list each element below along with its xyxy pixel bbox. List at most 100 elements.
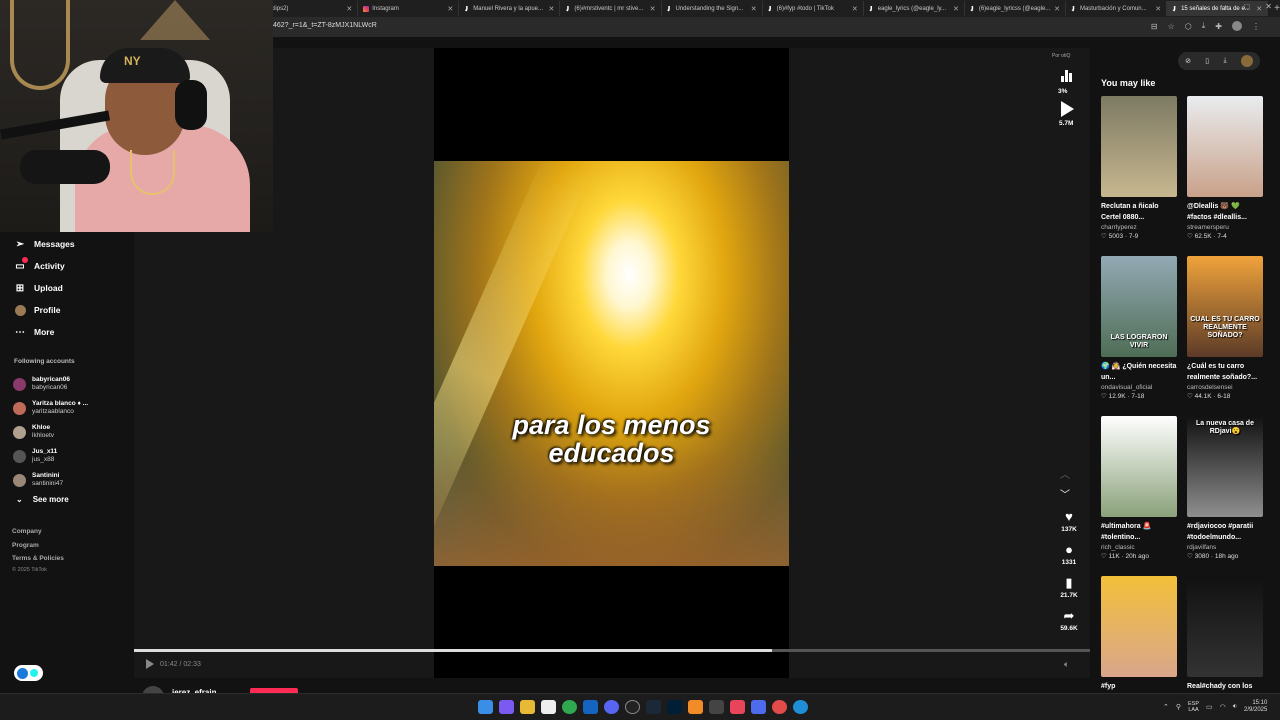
- system-clock[interactable]: 15:10 2/9/2025: [1244, 700, 1267, 714]
- get-app-toggle[interactable]: [14, 665, 43, 681]
- bookmark-star-icon[interactable]: ☆: [1168, 22, 1175, 31]
- browser-tab-4[interactable]: (6)#mrstiventc | mr stive... ✕: [560, 1, 662, 16]
- following-account[interactable]: babyrican06 babyrican06: [13, 376, 70, 392]
- recommendation-card[interactable]: LAS LOGRARON VIVIR 🌍 👰 ¿Quién necesita un…: [1101, 256, 1177, 400]
- puzzle-icon[interactable]: ✚: [1215, 22, 1222, 31]
- copilot-icon[interactable]: [499, 700, 514, 714]
- recommendation-card[interactable]: @Dleallis 🐻 💚 #factos #dleallis... stream…: [1187, 96, 1263, 240]
- edge-icon[interactable]: [793, 700, 808, 714]
- close-tab-icon[interactable]: ✕: [549, 5, 555, 13]
- recommendation-thumbnail[interactable]: [1101, 576, 1177, 677]
- recommendation-card[interactable]: Real#chady con los: [1187, 576, 1263, 693]
- following-account[interactable]: Jus_x11 jus_x88: [13, 448, 57, 464]
- close-tab-icon[interactable]: ✕: [1054, 5, 1060, 13]
- download-icon[interactable]: ⤓: [1223, 57, 1226, 65]
- see-more-button[interactable]: ⌄ See more: [16, 495, 69, 504]
- install-app-icon[interactable]: ⊟: [1151, 22, 1158, 31]
- browser-tab-5[interactable]: Understanding the Sign... ✕: [662, 1, 763, 16]
- nav-activity[interactable]: ▭ Activity: [14, 257, 65, 272]
- volume-icon[interactable]: 🔉︎: [1233, 703, 1237, 711]
- following-account[interactable]: Yaritza blanco ♦ ... yaritzaablanco: [13, 400, 88, 416]
- nav-upload[interactable]: ⊞ Upload: [14, 282, 63, 294]
- browser-tab-6[interactable]: (6)#fyp #todo | TikTok ✕: [763, 1, 864, 16]
- close-tab-icon[interactable]: ✕: [346, 5, 352, 13]
- close-tab-icon[interactable]: ✕: [447, 5, 453, 13]
- browser-tab-7[interactable]: eagle_lyrics (@eagle_ly... ✕: [864, 1, 965, 16]
- url-input[interactable]: 462?_r=1&_t=ZT-8zMJX1NLWcR: [273, 22, 377, 29]
- chevron-down-icon[interactable]: ﹀: [1060, 486, 1070, 501]
- footer-program-link[interactable]: Program: [12, 542, 39, 549]
- close-tab-icon[interactable]: ✕: [650, 5, 656, 13]
- video-content[interactable]: para los menos educados: [434, 161, 789, 566]
- user-avatar[interactable]: [1240, 55, 1253, 67]
- chevron-up-icon[interactable]: ⌃: [1163, 703, 1169, 711]
- close-tab-icon[interactable]: ✕: [852, 5, 858, 13]
- recommendation-card[interactable]: CUAL ES TU CARRO REALMENTE SOÑADO? ¿Cuál …: [1187, 256, 1263, 400]
- nav-more[interactable]: ⋯ More: [14, 326, 54, 338]
- steam-icon[interactable]: [646, 700, 661, 714]
- footer-company-link[interactable]: Company: [12, 528, 42, 535]
- recommendation-thumbnail[interactable]: [1187, 96, 1263, 197]
- footer-terms-link[interactable]: Terms & Policies: [12, 555, 64, 562]
- share-button[interactable]: ➦ 59.6K: [1051, 609, 1087, 633]
- save-button[interactable]: ▮ 21.7K: [1051, 576, 1087, 600]
- recommendation-author[interactable]: rich_classic: [1101, 544, 1177, 551]
- browser-tab-3[interactable]: Manuel Rivera y la apue... ✕: [459, 1, 561, 16]
- app-icon[interactable]: [709, 700, 724, 714]
- recommendation-thumbnail[interactable]: [1101, 416, 1177, 517]
- close-tab-icon[interactable]: ✕: [953, 5, 959, 13]
- browser-tab-9[interactable]: Masturbación y Comun... ✕: [1066, 1, 1168, 16]
- start-icon[interactable]: [478, 700, 493, 714]
- progress-bar[interactable]: [134, 649, 1090, 652]
- teams-icon[interactable]: [751, 700, 766, 714]
- recommendation-card[interactable]: #ultimahora 🚨 #tolentino... rich_classic ♡…: [1101, 416, 1177, 560]
- device-icon[interactable]: ▯: [1205, 57, 1209, 65]
- outlook-icon[interactable]: [583, 700, 598, 714]
- store-icon[interactable]: [541, 700, 556, 714]
- browser-tab-8[interactable]: (6)eagle_lyricss (@eagle... ✕: [965, 1, 1066, 16]
- recommendation-card[interactable]: #fyp: [1101, 576, 1177, 693]
- capcut-icon[interactable]: [730, 700, 745, 714]
- play-pause-control[interactable]: 01:42 / 02:33: [146, 659, 201, 669]
- recommendation-thumbnail[interactable]: CUAL ES TU CARRO REALMENTE SOÑADO?: [1187, 256, 1263, 357]
- recommendation-author[interactable]: charrlyperez: [1101, 224, 1177, 231]
- browser-menu-icon[interactable]: ⋮: [1252, 22, 1260, 31]
- browser-tab-2[interactable]: Instagram ✕: [358, 1, 460, 16]
- like-button[interactable]: ♥ 137K: [1051, 510, 1087, 534]
- recommendation-author[interactable]: streamersperu: [1187, 224, 1263, 231]
- recommendation-author[interactable]: rdjavilfans: [1187, 544, 1263, 551]
- photoshop-icon[interactable]: [667, 700, 682, 714]
- network-icon[interactable]: ⚲: [1176, 703, 1181, 711]
- bar-chart-icon[interactable]: [1061, 70, 1072, 82]
- following-account[interactable]: Khloe lkhloetv: [13, 424, 54, 440]
- extensions-icon[interactable]: ⬡: [1185, 22, 1192, 31]
- browser-profile-avatar[interactable]: [1232, 21, 1242, 31]
- video-frame[interactable]: para los menos educados: [434, 48, 789, 678]
- compass-icon[interactable]: ⊘: [1185, 57, 1191, 65]
- recommendation-author[interactable]: ondavisual_oficial: [1101, 384, 1177, 391]
- app-icon[interactable]: [772, 700, 787, 714]
- recommendation-author[interactable]: carrosdelsensei: [1187, 384, 1263, 391]
- file-explorer-icon[interactable]: [520, 700, 535, 714]
- close-tab-icon[interactable]: ✕: [751, 5, 757, 13]
- chrome-icon[interactable]: [562, 700, 577, 714]
- downloads-icon[interactable]: ⤓: [1202, 21, 1206, 31]
- recommendation-card[interactable]: Reclutan a ñicalo Certel 0880... charrlyp…: [1101, 96, 1177, 240]
- language-indicator[interactable]: ESP LAA: [1188, 701, 1199, 713]
- recommendation-thumbnail[interactable]: LAS LOGRARON VIVIR: [1101, 256, 1177, 357]
- discord-icon[interactable]: [604, 700, 619, 714]
- display-icon[interactable]: ▭: [1206, 703, 1213, 711]
- close-window-button[interactable]: ✕: [1265, 2, 1272, 11]
- chevron-up-icon[interactable]: ︿: [1060, 466, 1070, 481]
- vlc-icon[interactable]: [688, 700, 703, 714]
- play-icon[interactable]: [1061, 101, 1074, 117]
- recommendation-card[interactable]: La nueva casa de RDjavi😮 #rdjaviocoo #par…: [1187, 416, 1263, 560]
- minimize-button[interactable]: –: [1224, 2, 1228, 11]
- volume-icon[interactable]: 🔈︎: [1064, 659, 1069, 670]
- close-tab-icon[interactable]: ✕: [1155, 5, 1161, 13]
- maximize-button[interactable]: □: [1244, 2, 1249, 11]
- wifi-icon[interactable]: ◠: [1220, 703, 1226, 711]
- recommendation-thumbnail[interactable]: La nueva casa de RDjavi😮: [1187, 416, 1263, 517]
- recommendation-thumbnail[interactable]: [1187, 576, 1263, 677]
- nav-profile[interactable]: Profile: [14, 304, 60, 316]
